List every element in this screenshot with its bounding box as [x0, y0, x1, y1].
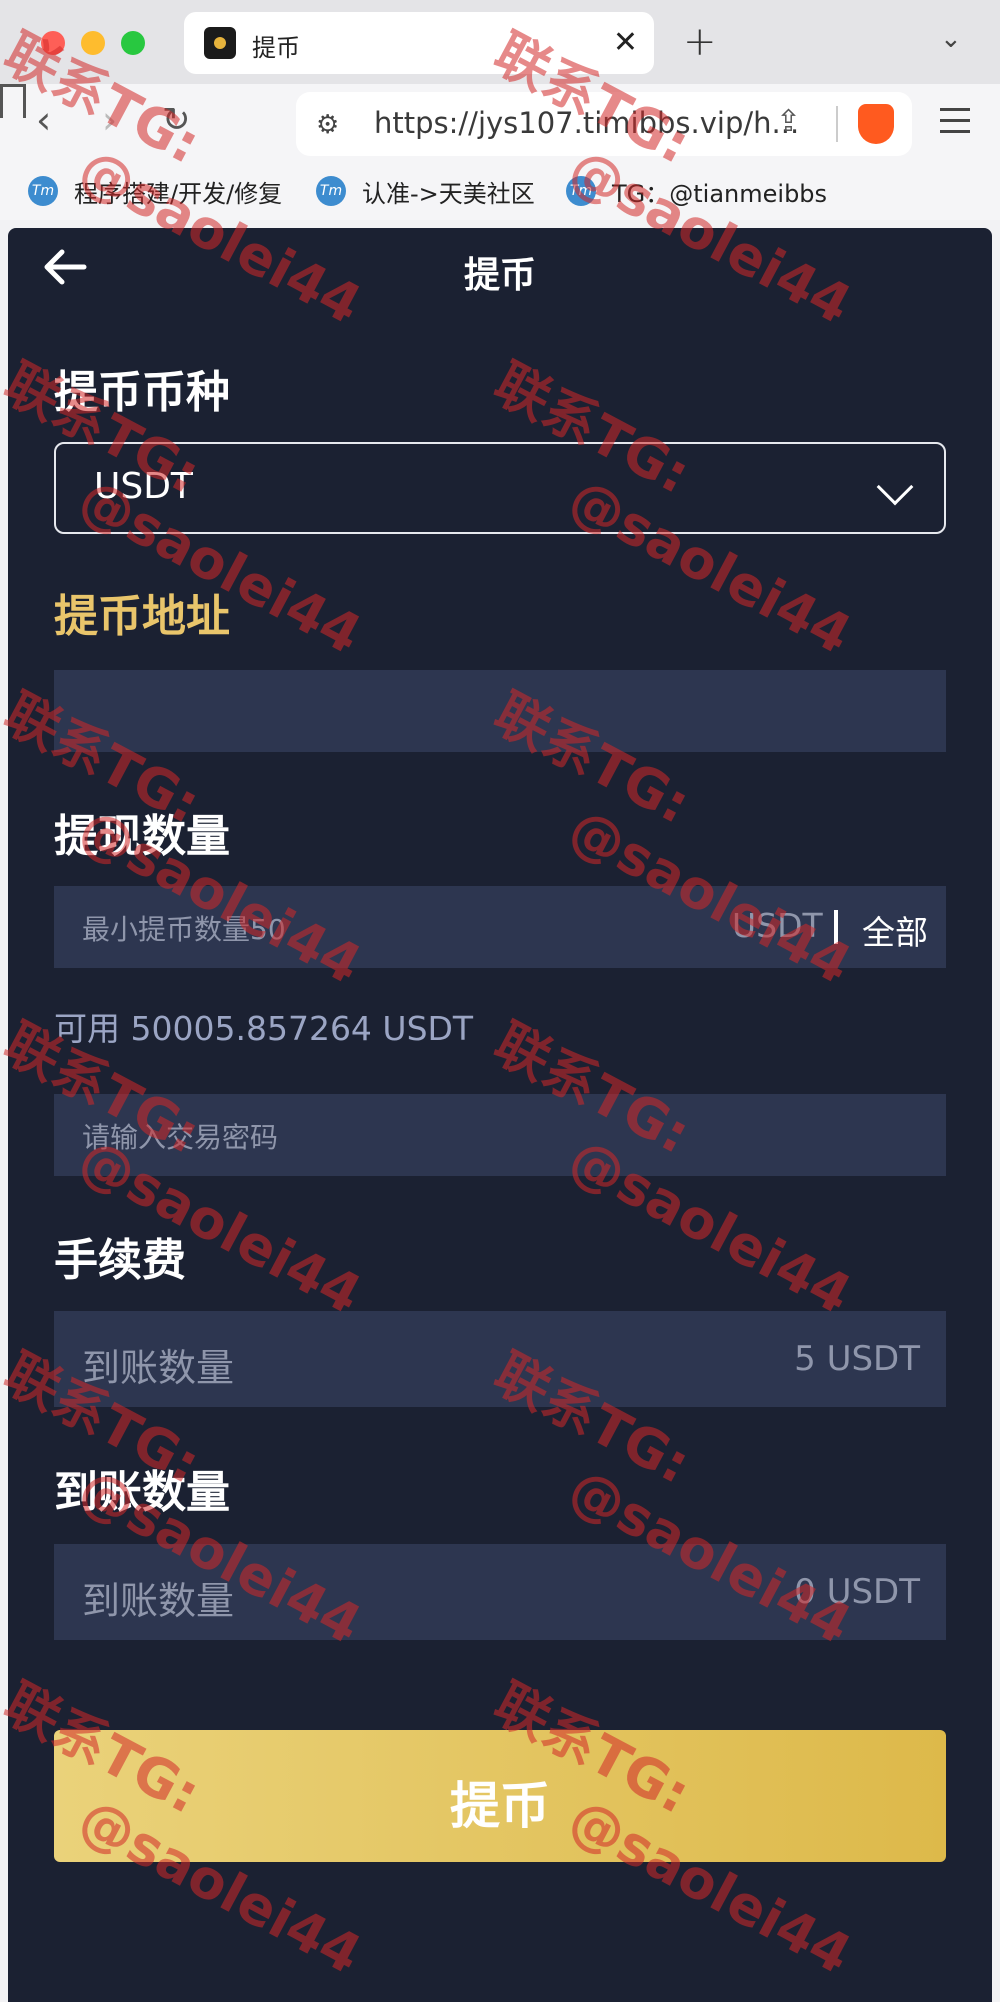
site-settings-icon[interactable]: ⚙: [316, 110, 339, 140]
divider: [834, 910, 838, 944]
browser-titlebar: 提币 ✕ + ⌄: [0, 0, 1000, 84]
url-text[interactable]: https://jys107.timibbs.vip/h...: [374, 106, 799, 140]
bookmark-favicon-icon: Tm: [316, 176, 346, 206]
bookmarks-bar: Tm 程序搭建/开发/修复 Tm 认准->天美社区 Tm TG：@tianmei…: [0, 162, 1000, 220]
bookmark-item[interactable]: Tm 认准->天美社区: [316, 174, 535, 208]
amount-input[interactable]: 最小提币数量50 USDT 全部: [54, 886, 946, 968]
bookmark-favicon-icon: Tm: [28, 176, 58, 206]
currency-label: 提币币种: [54, 367, 230, 418]
available-balance: 可用 50005.857264 USDT: [54, 1009, 474, 1048]
page-title: 提币: [463, 255, 536, 296]
withdraw-all-button[interactable]: 全部: [862, 906, 928, 954]
fee-field: 到账数量 5 USDT: [54, 1311, 946, 1407]
divider: [836, 106, 838, 142]
received-value: 0 USDT: [794, 1572, 920, 1612]
chevron-down-icon: [876, 468, 914, 506]
minimize-window-button[interactable]: [81, 31, 105, 55]
address-input[interactable]: [54, 670, 946, 752]
fee-label: 手续费: [54, 1235, 186, 1286]
new-tab-icon[interactable]: +: [683, 18, 717, 66]
bookmark-item[interactable]: Tm 程序搭建/开发/修复: [28, 174, 282, 208]
tab-title: 提币: [252, 34, 300, 62]
site-favicon-icon: [204, 27, 236, 59]
tab-close-icon[interactable]: ✕: [613, 23, 638, 63]
currency-select[interactable]: USDT: [54, 442, 946, 534]
submit-withdraw-button[interactable]: 提币: [54, 1730, 946, 1862]
submit-label: 提币: [450, 1777, 550, 1835]
bookmark-icon[interactable]: [0, 84, 26, 118]
received-field-label: 到账数量: [82, 1579, 235, 1623]
amount-label: 提现数量: [54, 811, 230, 862]
bookmark-label: TG：@tianmeibbs: [612, 179, 828, 208]
bookmark-item[interactable]: Tm TG：@tianmeibbs: [566, 174, 827, 208]
bookmark-favicon-icon: Tm: [566, 176, 596, 206]
reload-icon[interactable]: ↻: [162, 98, 191, 142]
trade-password-input[interactable]: 请输入交易密码: [54, 1094, 946, 1176]
menu-icon[interactable]: [940, 108, 970, 141]
zoom-window-button[interactable]: [121, 31, 145, 55]
currency-select-value: USDT: [94, 466, 193, 507]
close-window-button[interactable]: [41, 31, 65, 55]
received-label: 到账数量: [54, 1467, 230, 1518]
brave-shield-icon[interactable]: [858, 104, 894, 144]
browser-tab[interactable]: 提币 ✕: [184, 12, 654, 74]
withdraw-page: 提币 提币币种 USDT 提币地址 提现数量 最小提币数量50 USDT 全部 …: [8, 228, 992, 2002]
amount-placeholder: 最小提币数量50: [82, 913, 286, 946]
forward-icon[interactable]: ›: [102, 98, 117, 142]
fee-value: 5 USDT: [794, 1339, 920, 1379]
back-icon[interactable]: ‹: [36, 98, 51, 142]
address-bar[interactable]: ⚙ https://jys107.timibbs.vip/h... ⇪: [296, 92, 912, 156]
browser-toolbar: ‹ › ↻ ⚙ https://jys107.timibbs.vip/h... …: [0, 84, 1000, 162]
fee-field-label: 到账数量: [82, 1346, 235, 1390]
bookmark-label: 认准->天美社区: [362, 179, 535, 208]
tab-list-chevron-icon[interactable]: ⌄: [940, 24, 962, 54]
address-label: 提币地址: [54, 591, 230, 642]
amount-unit: USDT: [732, 906, 823, 945]
bookmark-label: 程序搭建/开发/修复: [74, 179, 283, 208]
received-field: 到账数量 0 USDT: [54, 1544, 946, 1640]
password-placeholder: 请输入交易密码: [82, 1121, 279, 1154]
share-icon[interactable]: ⇪: [776, 104, 801, 139]
